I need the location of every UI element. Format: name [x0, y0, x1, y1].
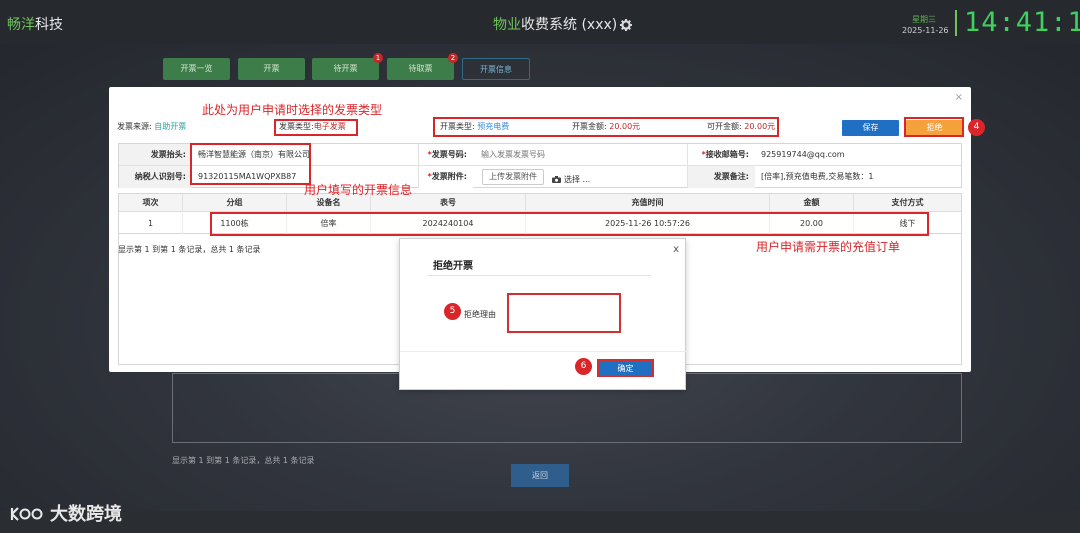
invoice-number-label: *发票号码:	[418, 144, 473, 166]
reject-invoice-modal: 拒绝开票 x 拒绝理由 确定	[399, 238, 687, 390]
bottom-bar	[0, 511, 1080, 533]
tab-label: 开票信息	[480, 65, 512, 74]
gear-icon[interactable]	[620, 19, 633, 35]
watermark-logo-icon	[10, 505, 46, 528]
choose-file-button[interactable]: 选择 ...	[552, 174, 590, 185]
tab-invoice-info[interactable]: 开票信息	[462, 58, 530, 80]
email-label: *接收邮箱号:	[687, 144, 755, 166]
annotation-invoice-type: 此处为用户申请时选择的发票类型	[202, 103, 383, 117]
tab-pending-invoice[interactable]: 待开票 1	[312, 53, 383, 80]
tab-label: 开票	[263, 64, 280, 73]
column-divider	[418, 144, 419, 188]
camera-icon	[552, 176, 561, 185]
annotation-order: 用户申请需开票的充值订单	[756, 240, 901, 254]
attachment-label-text: 发票附件:	[431, 172, 467, 181]
annotation-step-5: 5	[444, 303, 461, 320]
save-button[interactable]: 保存	[842, 120, 899, 136]
annotation-invoice-info: 用户填写的开票信息	[304, 183, 413, 197]
taxid-label: 纳税人识别号:	[119, 166, 192, 188]
invoice-number-input[interactable]	[473, 144, 687, 166]
annotation-box-reject	[904, 117, 964, 137]
column-header: 金额	[770, 194, 854, 212]
close-icon[interactable]: ×	[955, 92, 963, 103]
annotation-step-4: 4	[968, 119, 985, 136]
digital-clock: 14:41:17	[964, 7, 1080, 38]
return-button[interactable]: 返回	[511, 464, 569, 487]
annotation-box-type	[274, 119, 358, 136]
tab-label: 待开票	[333, 64, 358, 73]
column-header: 支付方式	[854, 194, 961, 212]
source-label: 发票来源:	[117, 122, 152, 131]
pickup-count-badge: 2	[448, 53, 458, 63]
tab-invoice-overview[interactable]: 开票一览	[163, 58, 230, 80]
records-summary: 显示第 1 到第 1 条记录，总共 1 条记录	[118, 245, 261, 254]
annotation-box-amounts	[433, 117, 779, 137]
clock-divider	[955, 10, 957, 36]
modal-title: 拒绝开票	[433, 261, 473, 272]
remark-label: 发票备注:	[687, 166, 755, 188]
close-icon[interactable]: x	[673, 244, 679, 255]
column-header: 分组	[183, 194, 287, 212]
column-divider	[687, 144, 688, 188]
modal-divider	[427, 275, 651, 276]
remark-value: [倍率],预充值电费,交易笔数：1	[761, 172, 874, 181]
invoice-number-label-text: 发票号码:	[431, 150, 467, 159]
watermark: 大数跨境	[10, 500, 122, 528]
system-title: 物业收费系统 (xxx)	[493, 14, 633, 35]
reason-label: 拒绝理由	[464, 310, 496, 319]
weekday-label: 星期三	[912, 15, 936, 24]
tab-invoice[interactable]: 开票	[238, 58, 305, 80]
upload-attachment-button[interactable]: 上传发票附件	[482, 169, 544, 185]
annotation-box-info	[190, 143, 311, 185]
column-header: 充值时间	[526, 194, 770, 212]
email-label-text: 接收邮箱号:	[705, 150, 749, 159]
tab-label: 待取票	[408, 64, 433, 73]
source-field: 发票来源: 自助开票	[117, 121, 186, 132]
brand-accent: 畅洋	[7, 17, 35, 33]
header-label: 发票抬头:	[119, 144, 192, 166]
reason-input[interactable]	[507, 293, 621, 333]
system-title-rest: 收费系统 (xxx)	[521, 17, 618, 33]
column-header: 项次	[119, 194, 183, 212]
pending-count-badge: 1	[373, 53, 383, 63]
source-value: 自助开票	[154, 122, 187, 131]
email-value: 925919744@qq.com	[755, 144, 961, 166]
annotation-step-6: 6	[575, 358, 592, 375]
choose-file-label: 选择 ...	[564, 175, 591, 184]
attachment-label: *发票附件:	[418, 166, 473, 188]
annotation-box-order	[210, 212, 929, 236]
top-header: 畅洋科技 物业收费系统 (xxx) 星期三 2025-11-26 14:41:1…	[0, 0, 1080, 44]
table-cell: 1	[119, 213, 183, 234]
date-label: 2025-11-26	[902, 26, 949, 35]
brand-logo: 畅洋科技	[7, 14, 63, 34]
brand-rest: 科技	[35, 17, 63, 33]
watermark-text: 大数跨境	[50, 504, 122, 525]
tab-label: 开票一览	[180, 64, 213, 73]
background-records-text: 显示第 1 到第 1 条记录，总共 1 条记录	[172, 456, 315, 465]
system-title-accent: 物业	[493, 17, 521, 33]
tab-pending-pickup[interactable]: 待取票 2	[387, 53, 458, 80]
modal-divider	[400, 351, 687, 352]
confirm-button[interactable]: 确定	[597, 359, 654, 377]
